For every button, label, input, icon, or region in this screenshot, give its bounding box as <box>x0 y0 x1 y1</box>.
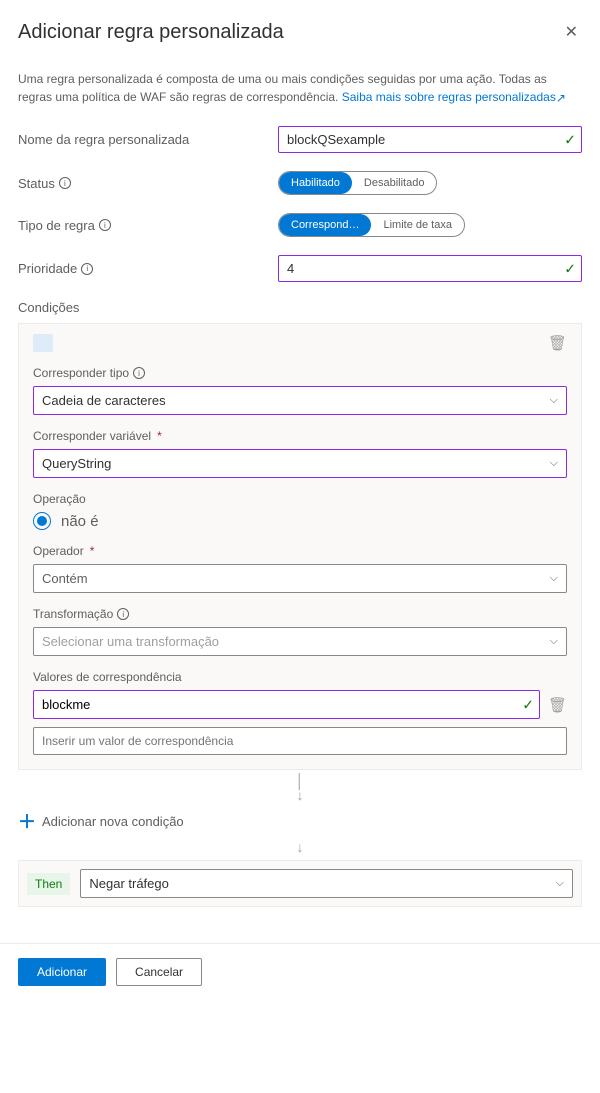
rule-type-rate[interactable]: Limite de taxa <box>371 214 463 236</box>
match-variable-select[interactable]: QueryString ⌵ <box>33 449 567 478</box>
rule-type-match[interactable]: Correspond… <box>279 214 371 236</box>
match-value-input[interactable] <box>33 690 540 719</box>
transformation-select[interactable]: Selecionar uma transformação ⌵ <box>33 627 567 656</box>
match-values-label: Valores de correspondência <box>33 670 567 684</box>
learn-more-link[interactable]: Saiba mais sobre regras personalizadas ↗ <box>342 90 566 104</box>
trash-icon[interactable]: 🗑 <box>548 334 567 352</box>
close-icon[interactable]: ✕ <box>561 18 582 46</box>
intro-text: Uma regra personalizada é composta de um… <box>18 70 582 106</box>
panel-title: Adicionar regra personalizada <box>18 21 284 44</box>
cancel-button[interactable]: Cancelar <box>116 958 202 986</box>
check-icon: ✓ <box>522 696 534 713</box>
chevron-down-icon: ⌵ <box>550 572 558 585</box>
info-icon: i <box>59 177 71 189</box>
priority-label: Prioridade i <box>18 261 278 276</box>
connector-line: │ ↓ <box>18 774 582 802</box>
info-icon: i <box>81 263 93 275</box>
status-label: Status i <box>18 176 278 191</box>
rule-name-label: Nome da regra personalizada <box>18 132 278 147</box>
match-variable-label: Corresponder variável* <box>33 429 567 443</box>
if-badge <box>33 334 53 352</box>
external-link-icon: ↗ <box>556 89 566 99</box>
match-value-new-input[interactable] <box>33 727 567 755</box>
chevron-down-icon: ⌵ <box>550 635 558 648</box>
operation-radio[interactable]: não é <box>33 512 567 530</box>
add-button[interactable]: Adicionar <box>18 958 106 986</box>
priority-input[interactable] <box>278 255 582 282</box>
status-disabled[interactable]: Desabilitado <box>352 172 437 194</box>
plus-icon: ＋ <box>18 808 36 834</box>
info-icon: i <box>133 367 145 379</box>
status-enabled[interactable]: Habilitado <box>279 172 352 194</box>
rule-type-label: Tipo de regra i <box>18 218 278 233</box>
operation-option-label: não é <box>61 513 99 530</box>
then-badge: Then <box>27 873 70 895</box>
rule-type-toggle[interactable]: Correspond… Limite de taxa <box>278 213 465 237</box>
conditions-container: 🗑 Corresponder tipo i Cadeia de caracter… <box>18 323 582 770</box>
rule-name-input[interactable] <box>278 126 582 153</box>
match-type-label: Corresponder tipo i <box>33 366 567 380</box>
transformation-label: Transformação i <box>33 607 567 621</box>
chevron-down-icon: ⌵ <box>550 394 558 407</box>
chevron-down-icon: ⌵ <box>556 877 564 890</box>
add-condition-button[interactable]: ＋ Adicionar nova condição <box>18 808 582 834</box>
check-icon: ✓ <box>564 260 576 277</box>
operator-select[interactable]: Contém ⌵ <box>33 564 567 593</box>
operation-label: Operação <box>33 492 567 506</box>
radio-icon[interactable] <box>33 512 51 530</box>
operator-label: Operador* <box>33 544 567 558</box>
status-toggle[interactable]: Habilitado Desabilitado <box>278 171 437 195</box>
then-row: Then Negar tráfego ⌵ <box>18 860 582 907</box>
trash-icon[interactable]: 🗑 <box>548 696 567 714</box>
connector-line: ↓ <box>18 840 582 854</box>
info-icon: i <box>117 608 129 620</box>
info-icon: i <box>99 219 111 231</box>
check-icon: ✓ <box>564 131 576 148</box>
conditions-section-label: Condições <box>18 300 582 315</box>
chevron-down-icon: ⌵ <box>550 457 558 470</box>
match-type-select[interactable]: Cadeia de caracteres ⌵ <box>33 386 567 415</box>
action-select[interactable]: Negar tráfego ⌵ <box>80 869 573 898</box>
